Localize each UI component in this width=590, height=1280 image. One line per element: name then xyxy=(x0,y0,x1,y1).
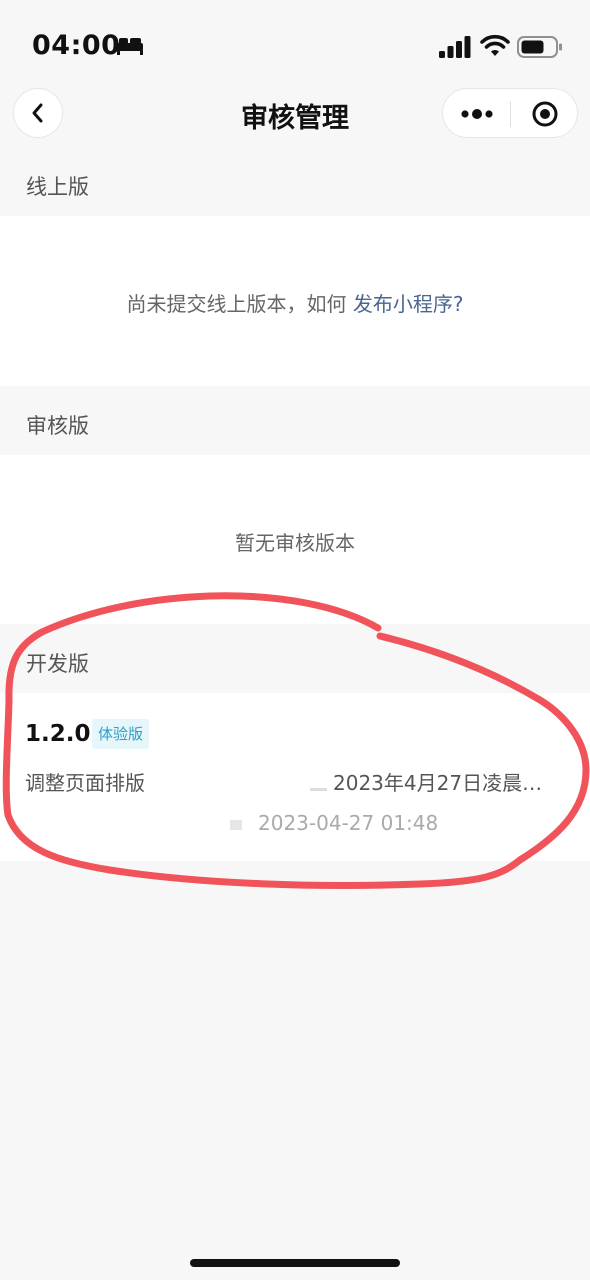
screen: 04:00 审核管理 线上版 尚未提交线上版本，如何 发布小程序? 审核版 暂无… xyxy=(0,0,590,1280)
redacted-mark xyxy=(310,788,327,791)
more-dots-icon xyxy=(461,109,493,119)
review-empty-message: 暂无审核版本 xyxy=(235,531,355,555)
target-close-icon xyxy=(532,101,558,127)
review-version-panel: 暂无审核版本 xyxy=(0,455,590,624)
nav-bar: 审核管理 xyxy=(0,88,590,148)
battery-icon xyxy=(517,36,562,58)
more-button[interactable] xyxy=(443,89,511,139)
redacted-mark xyxy=(230,820,242,830)
status-bar: 04:00 xyxy=(0,0,590,88)
section-header-dev: 开发版 xyxy=(26,652,89,676)
online-empty-message: 尚未提交线上版本，如何 发布小程序? xyxy=(0,288,590,317)
trial-badge: 体验版 xyxy=(92,719,150,749)
cellular-signal-icon xyxy=(439,36,471,58)
publish-guide-link[interactable]: 发布小程序? xyxy=(353,292,464,316)
online-version-panel: 尚未提交线上版本，如何 发布小程序? xyxy=(0,216,590,386)
wifi-icon xyxy=(480,34,510,56)
bed-icon xyxy=(117,38,143,55)
online-empty-text: 尚未提交线上版本，如何 xyxy=(126,292,353,316)
section-header-review: 审核版 xyxy=(26,414,89,438)
version-note: 2023年4月27日凌晨… xyxy=(333,771,543,795)
dev-version-card[interactable]: 1.2.0 体验版 调整页面排版 2023年4月27日凌晨… 2023-04-2… xyxy=(0,693,590,861)
home-indicator xyxy=(190,1259,400,1267)
version-description: 调整页面排版 xyxy=(25,771,145,795)
close-button[interactable] xyxy=(511,89,579,139)
version-timestamp: 2023-04-27 01:48 xyxy=(258,811,439,835)
section-header-online: 线上版 xyxy=(26,175,89,199)
version-number: 1.2.0 xyxy=(25,721,91,747)
status-time: 04:00 xyxy=(32,30,121,61)
mini-program-capsule xyxy=(442,88,578,138)
